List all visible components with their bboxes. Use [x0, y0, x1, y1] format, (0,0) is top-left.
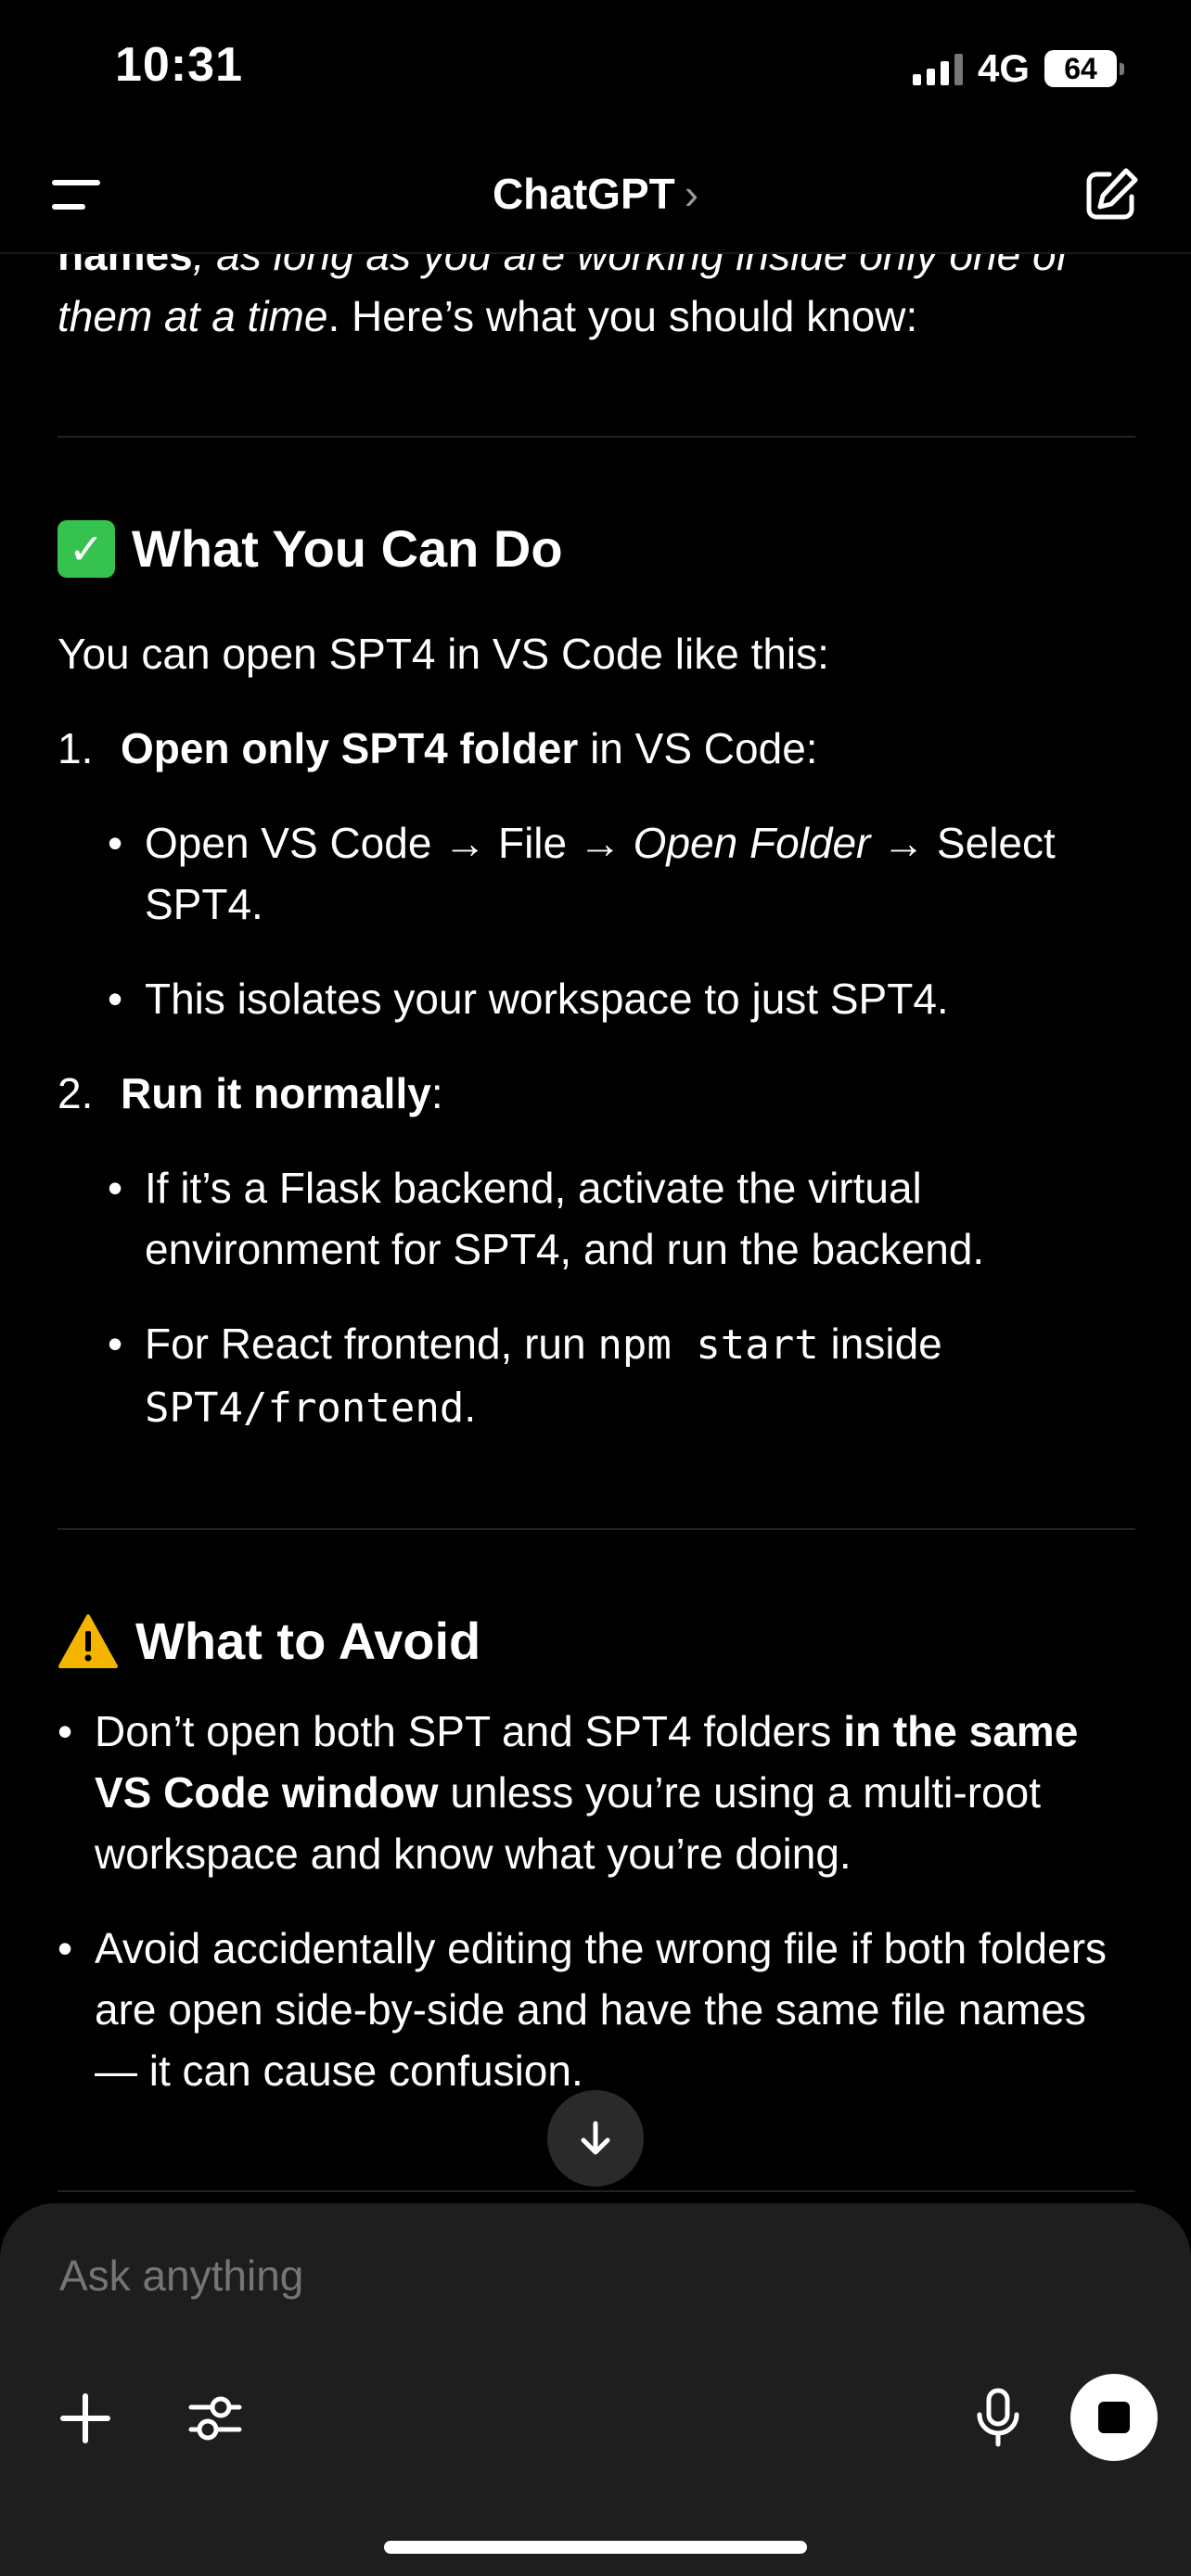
intro-italic: them at a time — [58, 292, 328, 340]
prompt-input[interactable] — [58, 2250, 989, 2302]
home-indicator — [384, 2541, 807, 2554]
list-item: 1. Open only SPT4 folder in VS Code: • Ope… — [58, 718, 1135, 1029]
status-indicators: 4G 64 — [912, 45, 1124, 93]
list-item: 2. Run it normally: • If it’s a Flask back… — [58, 1063, 1135, 1439]
stop-button[interactable] — [1070, 2374, 1158, 2461]
battery-icon: 64 — [1044, 50, 1124, 87]
divider — [58, 2190, 1135, 2192]
scroll-to-bottom-button[interactable] — [547, 2090, 644, 2187]
list-item: • For React frontend, run npm start insid… — [108, 1320, 942, 1432]
plus-icon[interactable] — [56, 2389, 115, 2448]
page-title: ChatGPT — [492, 170, 675, 218]
section-lead: You can open SPT4 in VS Code like this: — [58, 630, 829, 678]
section-heading-avoid: What to Avoid — [58, 1608, 1135, 1675]
battery-level: 64 — [1064, 51, 1097, 85]
avoid-list: • Don’t open both SPT and SPT4 folders in… — [58, 1701, 1135, 2101]
divider — [58, 1528, 1135, 1530]
list-item: • Don’t open both SPT and SPT4 folders in… — [58, 1707, 1079, 1878]
list-item: • Open VS Code → File → Open Folder → Sel… — [108, 819, 1056, 928]
section-heading-can-do: ✓ What You Can Do — [58, 516, 1135, 582]
chat-message: names, as long as you are working inside… — [58, 223, 1135, 2192]
inline-code: npm start — [597, 1321, 819, 1369]
chat-title-button[interactable]: ChatGPT › — [0, 169, 1191, 219]
signal-icon — [912, 52, 963, 85]
top-bar: ChatGPT › — [0, 148, 1191, 254]
warning-icon — [58, 1614, 118, 1668]
chevron-right-icon: › — [684, 170, 699, 218]
list-item: • If it’s a Flask backend, activate the v… — [108, 1164, 985, 1273]
inline-code: SPT4/frontend — [145, 1384, 465, 1432]
list-item: • This isolates your workspace to just SP… — [108, 975, 949, 1023]
steps-list: 1. Open only SPT4 folder in VS Code: • Ope… — [58, 718, 1135, 1439]
composer — [0, 2203, 1191, 2576]
arrow-down-icon — [581, 2121, 610, 2155]
sliders-icon[interactable] — [186, 2389, 245, 2448]
divider — [58, 436, 1135, 438]
stop-icon — [1098, 2402, 1130, 2433]
intro-paragraph: them at a time. Here’s what you should k… — [58, 292, 918, 340]
compose-icon[interactable] — [1082, 165, 1141, 224]
microphone-icon[interactable] — [970, 2387, 1026, 2448]
network-type: 4G — [977, 46, 1030, 90]
list-item: • Avoid accidentally editing the wrong fi… — [58, 1924, 1108, 2095]
status-time: 10:31 — [115, 38, 243, 92]
check-mark-icon: ✓ — [58, 520, 115, 578]
